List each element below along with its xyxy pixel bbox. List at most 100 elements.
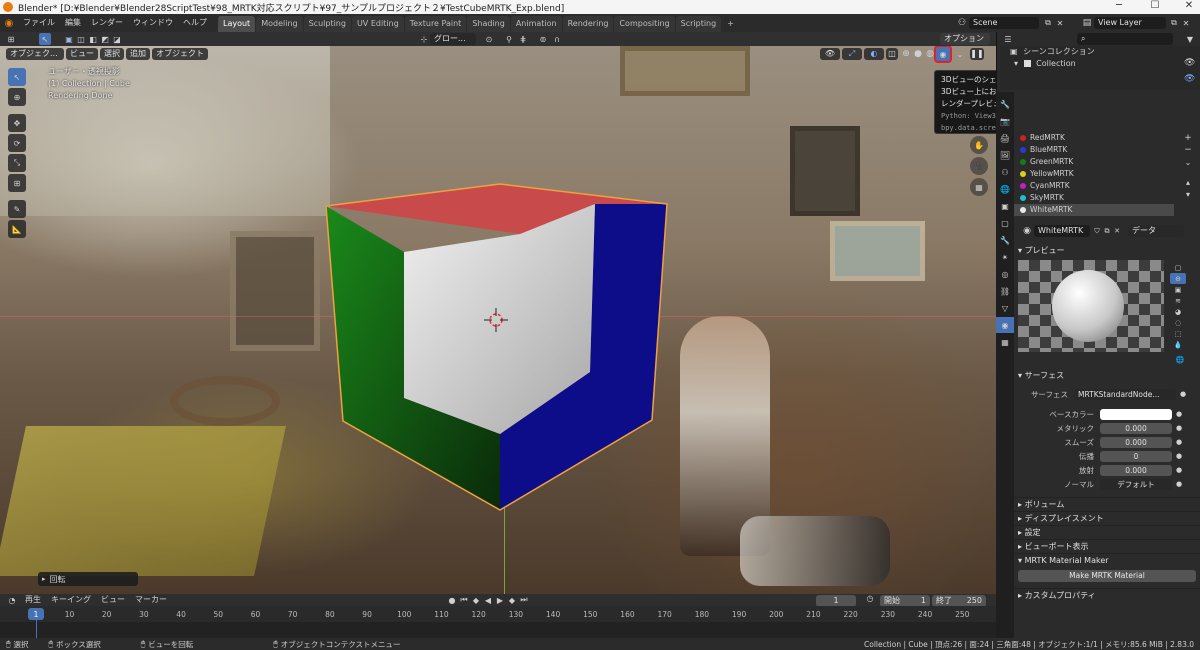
scene-icon[interactable]: ⚇: [955, 18, 969, 28]
new-scene-icon[interactable]: ⧉: [1042, 18, 1054, 28]
settings-panel-header[interactable]: ▸ 設定: [1014, 525, 1200, 539]
propagation-link-icon[interactable]: ●: [1176, 452, 1182, 460]
menu-window[interactable]: ウィンドウ: [128, 14, 178, 32]
material-shading-icon[interactable]: ◍: [924, 48, 936, 60]
shader-link-icon[interactable]: ●: [1180, 390, 1186, 398]
jump-start-icon[interactable]: ⏮: [458, 595, 470, 605]
visibility-eye-icon-2[interactable]: 👁: [1184, 74, 1195, 84]
perspective-toggle-button[interactable]: ▦: [970, 178, 988, 196]
pivot-icon[interactable]: ⊙: [482, 35, 496, 44]
add-menu[interactable]: 追加: [126, 48, 150, 60]
tab-layout[interactable]: Layout: [218, 16, 256, 32]
editor-type-icon[interactable]: ⊞: [3, 33, 19, 45]
normal-field[interactable]: デフォルト: [1100, 478, 1172, 490]
volume-panel-header[interactable]: ▸ ボリューム: [1014, 497, 1200, 511]
object-menu[interactable]: オブジェクト: [152, 48, 208, 60]
pan-view-button[interactable]: ✋: [970, 136, 988, 154]
tab-modeling[interactable]: Modeling: [256, 16, 303, 32]
mrtk-panel-header[interactable]: ▾ MRTK Material Maker: [1014, 553, 1200, 567]
custom-properties-panel-header[interactable]: ▸ カスタムプロパティ: [1014, 588, 1200, 602]
displacement-panel-header[interactable]: ▸ ディスプレイスメント: [1014, 511, 1200, 525]
tab-constraints-icon[interactable]: ⛓: [996, 283, 1014, 299]
keying-menu[interactable]: キーイング: [46, 594, 96, 606]
tab-scene-icon[interactable]: ⚇: [996, 164, 1014, 180]
menu-edit[interactable]: 編集: [60, 14, 86, 32]
timeline-editor-icon[interactable]: ◔: [4, 596, 20, 605]
scene-field[interactable]: Scene: [969, 17, 1039, 29]
wireframe-shading-icon[interactable]: ⊕: [900, 48, 912, 60]
select-mode-invert-icon[interactable]: ◩: [99, 33, 111, 45]
normal-link-icon[interactable]: ●: [1176, 480, 1182, 488]
select-menu[interactable]: 選択: [100, 48, 124, 60]
tab-object-icon[interactable]: ▢: [996, 215, 1014, 231]
tab-modifier-icon[interactable]: 🔧: [996, 232, 1014, 248]
overlay-icon[interactable]: ◐: [864, 48, 884, 60]
shading-options-icon[interactable]: ⌄: [954, 48, 966, 60]
measure-tool[interactable]: 📐: [8, 220, 26, 238]
checkbox-icon[interactable]: [1023, 60, 1031, 67]
select-box-tool[interactable]: ↖: [8, 68, 26, 86]
tab-scripting[interactable]: Scripting: [675, 16, 722, 32]
visibility-eye-icon[interactable]: 👁: [1184, 58, 1195, 68]
move-down-button[interactable]: ▾: [1182, 188, 1194, 200]
smoothness-link-icon[interactable]: ●: [1176, 438, 1182, 446]
material-slot[interactable]: RedMRTK: [1014, 132, 1174, 144]
fake-user-icon[interactable]: ⛉: [1092, 227, 1102, 236]
cube-object[interactable]: [300, 176, 700, 516]
delete-view-layer-icon[interactable]: ✕: [1180, 19, 1192, 28]
play-icon[interactable]: ▶: [494, 596, 506, 605]
tab-compositing[interactable]: Compositing: [614, 16, 675, 32]
tab-animation[interactable]: Animation: [510, 16, 562, 32]
next-keyframe-icon[interactable]: ◆: [506, 596, 518, 605]
material-slot[interactable]: BlueMRTK: [1014, 144, 1174, 156]
tab-output-icon[interactable]: 🖨: [996, 130, 1014, 146]
menu-file[interactable]: ファイル: [18, 14, 60, 32]
proportional-edit-icon[interactable]: ⊚: [536, 35, 550, 44]
timeline-view-menu[interactable]: ビュー: [96, 594, 130, 606]
rendered-shading-icon[interactable]: ◉: [936, 47, 950, 61]
xray-icon[interactable]: ◫: [886, 48, 898, 60]
material-slot[interactable]: GreenMRTK: [1014, 156, 1174, 168]
filter-icon[interactable]: ▼: [1183, 35, 1197, 44]
unlink-material-icon[interactable]: ✕: [1112, 227, 1122, 235]
tab-collection-icon[interactable]: ▣: [996, 198, 1014, 214]
preview-sphere-icon[interactable]: ⊖: [1170, 273, 1186, 284]
transform-tool[interactable]: ⊞: [8, 174, 26, 192]
move-up-button[interactable]: ▴: [1182, 176, 1194, 188]
clock-icon[interactable]: ◷: [864, 594, 876, 603]
preview-cube-icon[interactable]: ▣: [1170, 284, 1186, 295]
metallic-link-icon[interactable]: ●: [1176, 424, 1182, 432]
scale-tool[interactable]: ⤡: [8, 154, 26, 172]
3d-viewport[interactable]: オブジェク... ビュー 選択 追加 オブジェクト 👁 ⤢ ◐ ◫ ⊕ ● ◍ …: [0, 46, 996, 594]
tab-rendering[interactable]: Rendering: [562, 16, 614, 32]
preview-fluid-icon[interactable]: 💧: [1170, 339, 1186, 350]
select-mode-subtract-icon[interactable]: ◧: [87, 33, 99, 45]
duplicate-material-icon[interactable]: ⧉: [1102, 227, 1112, 236]
play-reverse-icon[interactable]: ◀: [482, 596, 494, 605]
tab-render-icon[interactable]: 📷: [996, 113, 1014, 129]
material-slot[interactable]: SkyMRTK: [1014, 192, 1174, 204]
surface-shader-field[interactable]: MRTKStandardNode...: [1074, 388, 1176, 400]
menu-render[interactable]: レンダー: [86, 14, 128, 32]
orientation-icon[interactable]: ⊹: [418, 35, 430, 44]
slot-menu-button[interactable]: ⌄: [1182, 156, 1194, 168]
material-slot[interactable]: YellowMRTK: [1014, 168, 1174, 180]
add-slot-button[interactable]: +: [1182, 132, 1194, 144]
solid-shading-icon[interactable]: ●: [912, 48, 924, 60]
record-icon[interactable]: ●: [446, 596, 458, 605]
move-tool[interactable]: ✥: [8, 114, 26, 132]
base-color-link-icon[interactable]: ●: [1176, 410, 1182, 418]
visibility-icon[interactable]: 👁: [820, 48, 840, 60]
last-operator-panel[interactable]: ▸ 回転: [38, 572, 138, 586]
tab-data-icon[interactable]: ▽: [996, 300, 1014, 316]
camera-view-button[interactable]: 🎥: [970, 157, 988, 175]
view-layer-icon[interactable]: ▤: [1080, 18, 1094, 28]
rotate-tool[interactable]: ⟳: [8, 134, 26, 152]
material-slot-selected[interactable]: WhiteMRTK: [1014, 204, 1174, 216]
tab-texture-icon[interactable]: ▦: [996, 334, 1014, 350]
tab-texture-paint[interactable]: Texture Paint: [404, 16, 467, 32]
make-mrtk-material-button[interactable]: Make MRTK Material: [1018, 570, 1196, 582]
playback-menu[interactable]: 再生: [20, 594, 46, 606]
view-layer-field[interactable]: View Layer: [1094, 17, 1166, 29]
marker-menu[interactable]: マーカー: [130, 594, 172, 606]
